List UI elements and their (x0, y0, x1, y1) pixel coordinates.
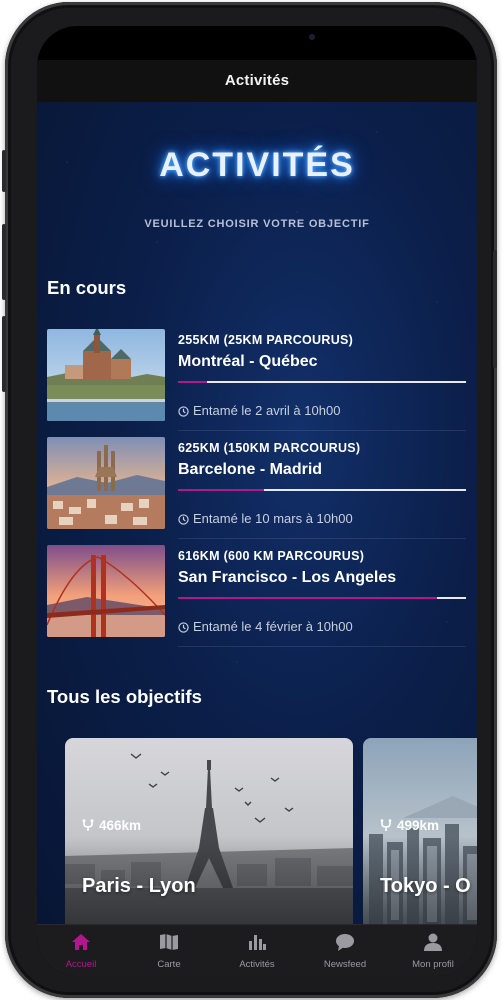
map-icon (159, 933, 179, 956)
section-title-ongoing: En cours (47, 277, 127, 298)
tab-mon-profil[interactable]: Mon profil (389, 925, 477, 976)
tab-label: Accueil (65, 959, 97, 970)
chat-bubble-icon (335, 933, 355, 956)
route-fork-icon (380, 819, 392, 831)
route-fork-icon (82, 819, 94, 831)
clock-icon (178, 514, 189, 525)
nav-title: Activités (224, 72, 290, 89)
item-start-date: Entamé le 2 avril à 10h00 (178, 403, 340, 418)
progress-fill (178, 489, 265, 491)
clock-icon (178, 622, 189, 633)
goal-distance: 499km (379, 818, 439, 833)
hero-title: ACTIVITÉS (159, 146, 355, 184)
progress-fill (178, 381, 207, 383)
ongoing-item[interactable]: 616KM (600 KM PARCOURUS) San Francisco -… (47, 545, 467, 637)
tab-bar: Accueil Carte Activités Newsfeed Mon pro… (37, 924, 477, 976)
list-divider (178, 430, 466, 431)
ongoing-item[interactable]: 255KM (25KM PARCOURUS) Montréal - Québec… (47, 329, 467, 421)
item-start-date-text: Entamé le 2 avril à 10h00 (193, 403, 341, 418)
front-camera (309, 34, 315, 40)
tab-label: Newsfeed (323, 959, 367, 970)
item-distance: 616KM (600 KM PARCOURUS) (178, 549, 365, 563)
power-button (493, 250, 497, 368)
item-distance: 255KM (25KM PARCOURUS) (178, 333, 354, 347)
volume-down-button (2, 316, 6, 392)
home-icon (71, 933, 91, 956)
mute-switch (2, 150, 6, 192)
goal-title: Paris - Lyon (82, 875, 196, 897)
notch (135, 26, 379, 60)
goal-distance-text: 466km (99, 818, 142, 833)
item-distance: 625KM (150KM PARCOURUS) (178, 441, 361, 455)
goal-distance-text: 499km (397, 818, 440, 833)
item-route: Montréal - Québec (178, 353, 318, 370)
item-route: Barcelone - Madrid (178, 461, 323, 478)
progress-bar (178, 381, 466, 383)
golden-gate-thumbnail (47, 545, 165, 637)
progress-bar (178, 597, 466, 599)
hero-subtitle: VEUILLEZ CHOISIR VOTRE OBJECTIF (144, 218, 370, 230)
tab-accueil[interactable]: Accueil (37, 925, 125, 976)
item-start-date-text: Entamé le 10 mars à 10h00 (193, 511, 353, 526)
progress-bar (178, 489, 466, 491)
activities-content[interactable]: ACTIVITÉS VEUILLEZ CHOISIR VOTRE OBJECTI… (37, 102, 477, 924)
phone-frame: Activités ACTIVITÉS VEUILLEZ CHOISIR VOT… (2, 2, 497, 998)
montreal-quebec-thumbnail (47, 329, 165, 421)
progress-fill (178, 597, 438, 599)
tab-carte[interactable]: Carte (125, 925, 213, 976)
item-start-date: Entamé le 10 mars à 10h00 (178, 511, 353, 526)
tab-label: Activités (239, 959, 275, 970)
bar-chart-icon (247, 933, 267, 956)
tab-activites[interactable]: Activités (213, 925, 301, 976)
ongoing-item[interactable]: 625KM (150KM PARCOURUS) Barcelone - Madr… (47, 437, 467, 529)
tab-label: Mon profil (412, 959, 454, 970)
item-route: San Francisco - Los Angeles (178, 569, 397, 586)
tab-newsfeed[interactable]: Newsfeed (301, 925, 389, 976)
goal-title: Tokyo - O (380, 875, 471, 897)
goal-distance: 466km (81, 818, 141, 833)
section-title-all-goals: Tous les objectifs (47, 686, 202, 707)
item-start-date-text: Entamé le 4 février à 10h00 (193, 619, 353, 634)
volume-up-button (2, 224, 6, 300)
person-icon (423, 933, 443, 956)
list-divider (178, 538, 466, 539)
item-start-date: Entamé le 4 février à 10h00 (178, 619, 353, 634)
nav-bar: Activités (37, 60, 477, 102)
goal-card[interactable]: 466km Paris - Lyon (65, 738, 353, 924)
goal-card[interactable]: 499km Tokyo - O (363, 738, 477, 924)
clock-icon (178, 406, 189, 417)
barcelona-madrid-thumbnail (47, 437, 165, 529)
list-divider (178, 646, 466, 647)
tab-label: Carte (157, 959, 181, 970)
screen: Activités ACTIVITÉS VEUILLEZ CHOISIR VOT… (37, 26, 477, 976)
